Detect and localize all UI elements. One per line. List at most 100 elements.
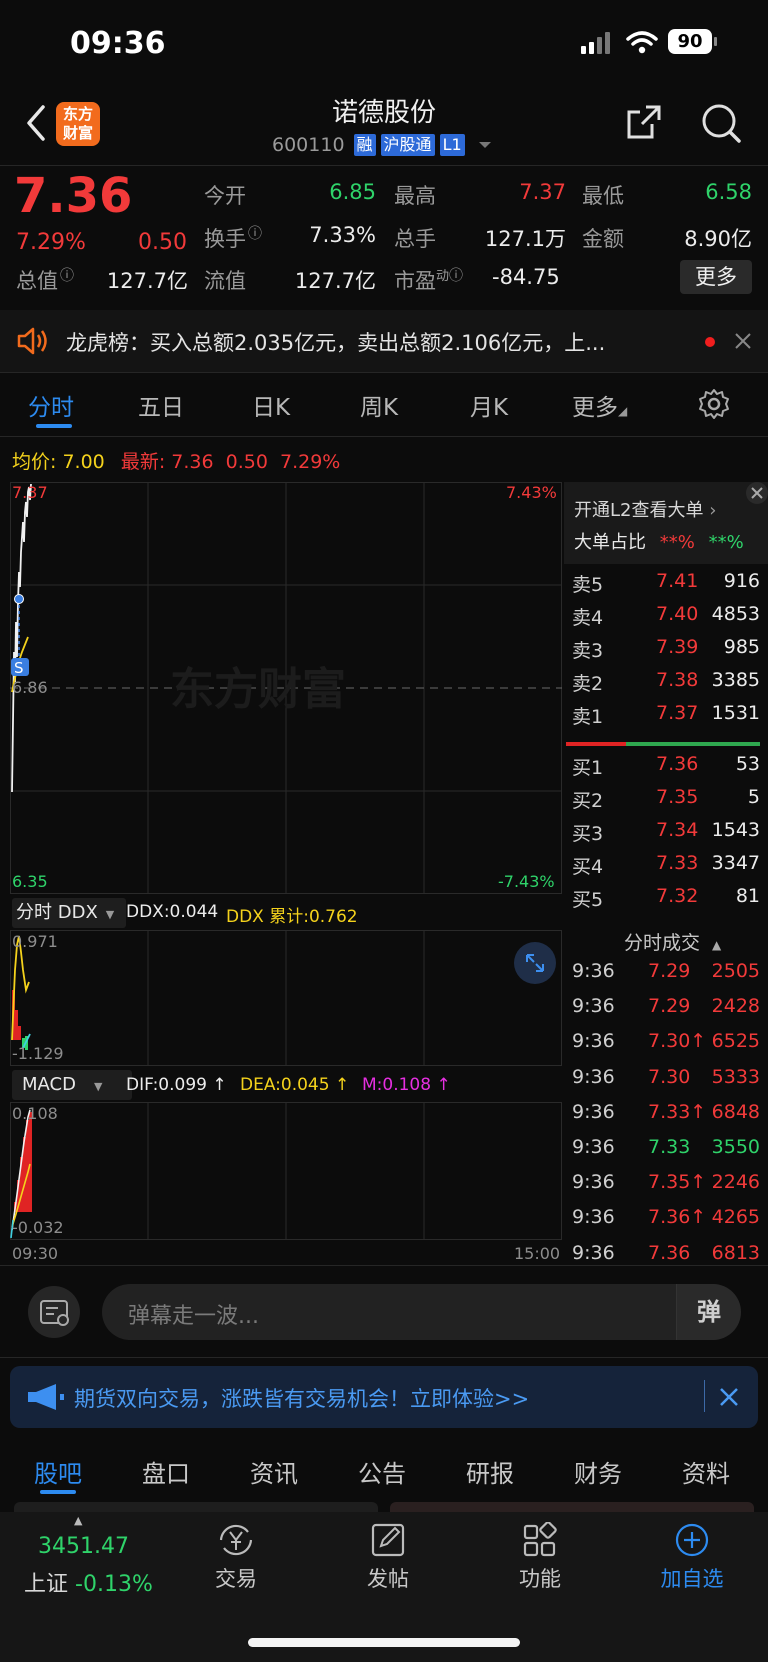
ask-row[interactable]: 卖4 7.40 4853 — [572, 603, 760, 635]
trade-qty: 4265 — [711, 1206, 760, 1229]
battery-tip — [714, 37, 717, 46]
danmu-input[interactable]: 弹幕走一波... 弹 — [102, 1284, 741, 1340]
close-icon[interactable] — [718, 1386, 740, 1408]
tab-monthly-k[interactable]: 月K — [470, 388, 508, 422]
feed-card-peek — [14, 1502, 378, 1512]
avg-value: 7.00 — [62, 451, 105, 473]
close-icon[interactable] — [734, 332, 752, 350]
latest-value: 7.36 — [171, 451, 214, 473]
bid-price: 7.34 — [656, 819, 699, 841]
index-summary[interactable]: 上证 -0.13% — [24, 1566, 153, 1598]
tab-daily-k[interactable]: 日K — [252, 388, 290, 422]
bid-row[interactable]: 买3 7.34 1543 — [572, 819, 760, 851]
tab-finance[interactable]: 财务 — [574, 1454, 622, 1489]
bid-row[interactable]: 买5 7.32 81 — [572, 885, 760, 917]
ask-level-label: 卖5 — [572, 574, 604, 596]
latest-change: 0.50 — [225, 451, 268, 473]
danmu-settings-icon — [40, 1300, 69, 1326]
mktcap-value: 127.7亿 — [106, 269, 188, 293]
turnover-label[interactable]: 换手 ⓘ — [204, 223, 262, 253]
tab-intraday[interactable]: 分时 — [28, 388, 74, 422]
expand-up-icon[interactable]: ▲ — [74, 1514, 82, 1527]
pe-value: -84.75 — [492, 265, 560, 289]
battery-icon: 90 — [668, 29, 712, 54]
macd-chart[interactable] — [10, 1102, 562, 1240]
feed-card-peek — [390, 1502, 754, 1512]
signal-icon — [581, 32, 610, 54]
home-indicator — [248, 1638, 520, 1647]
tab-research[interactable]: 研报 — [466, 1454, 514, 1489]
high-label: 最高 — [394, 184, 436, 208]
bid-row[interactable]: 买4 7.33 3347 — [572, 852, 760, 884]
ask-level-label: 卖3 — [572, 640, 604, 662]
mktcap-label[interactable]: 总值 ⓘ — [16, 265, 74, 295]
ask-price: 7.39 — [656, 636, 699, 658]
trade-price: 7.29 — [648, 960, 691, 982]
trade-price: 7.30↑ — [648, 1030, 707, 1053]
ddx-chart[interactable] — [10, 930, 562, 1066]
l2-promo-card[interactable]: 开通L2查看大单 › 大单占比 **% **% — [564, 482, 768, 564]
pct-axis-top: 7.43% — [506, 483, 557, 502]
promo-banner[interactable]: 期货双向交易，涨跌皆有交易机会！立即体验>> — [10, 1366, 758, 1428]
fullscreen-button[interactable] — [514, 942, 556, 984]
tab-news[interactable]: 资讯 — [250, 1454, 298, 1489]
bid-row[interactable]: 买1 7.36 53 — [572, 753, 760, 785]
tab-more[interactable]: 更多◢ — [572, 388, 627, 422]
trade-row: 9:36 7.30 5333 — [572, 1066, 760, 1100]
bid-price: 7.33 — [656, 852, 699, 874]
index-value[interactable]: 3451.47 — [38, 1534, 129, 1559]
ddx-selector-label: 分时 DDX — [16, 902, 98, 923]
tab-profile[interactable]: 资料 — [682, 1454, 730, 1489]
search-icon[interactable] — [700, 102, 742, 144]
trades-header[interactable]: 分时成交 ▲ — [624, 928, 721, 955]
close-l2-button[interactable] — [746, 482, 768, 504]
info-icon: ⓘ — [449, 268, 464, 284]
intraday-chart[interactable]: 东方财富 S — [10, 482, 562, 894]
trade-qty: 6525 — [711, 1030, 760, 1053]
more-button[interactable]: 更多 — [680, 260, 752, 294]
add-circle-icon — [675, 1523, 709, 1557]
y-axis-bottom: 6.35 — [12, 872, 48, 891]
ask-row[interactable]: 卖2 7.38 3385 — [572, 669, 760, 701]
dropdown-caret-icon: ▼ — [93, 1080, 103, 1093]
low-label: 最低 — [582, 184, 624, 208]
nav-post[interactable]: 发帖 — [348, 1522, 428, 1593]
ddx-selector[interactable]: 分时 DDX ▼ — [12, 898, 126, 928]
nav-trade[interactable]: 交易 — [196, 1522, 276, 1593]
tag-margin: 融 — [353, 134, 376, 156]
stock-subtitle[interactable]: 600110 融 沪股通 L1 — [272, 134, 492, 156]
macd-selector-label: MACD — [22, 1074, 76, 1095]
bid-level-label: 买4 — [572, 856, 604, 878]
danmu-send-button[interactable]: 弹 — [676, 1284, 741, 1340]
ticker-bar[interactable]: 龙虎榜：买入总额2.035亿元，卖出总额2.106亿元，上... — [0, 310, 768, 372]
tab-weekly-k[interactable]: 周K — [360, 388, 398, 422]
bid-row[interactable]: 买2 7.35 5 — [572, 786, 760, 818]
latest-percent: 7.29% — [279, 451, 341, 473]
ask-ratio-bar — [566, 742, 626, 746]
tab-pankou[interactable]: 盘口 — [142, 1454, 190, 1489]
trade-qty: 6848 — [711, 1100, 760, 1123]
info-icon: ⓘ — [248, 226, 262, 242]
close-icon — [751, 487, 763, 499]
trade-price: 7.33 — [648, 1136, 691, 1158]
megaphone-icon — [28, 1384, 64, 1410]
tab-announcements[interactable]: 公告 — [358, 1454, 406, 1489]
pe-label[interactable]: 市盈动ⓘ — [394, 265, 463, 295]
promo-text: 期货双向交易，涨跌皆有交易机会！立即体验>> — [74, 1387, 530, 1411]
macd-axis-top: 0.108 — [12, 1104, 58, 1123]
ask-row[interactable]: 卖3 7.39 985 — [572, 636, 760, 668]
share-icon[interactable] — [624, 102, 664, 142]
settings-icon[interactable] — [698, 388, 730, 420]
ask-row[interactable]: 卖5 7.41 916 — [572, 570, 760, 602]
high-value: 7.37 — [519, 180, 566, 204]
float-label: 流值 — [204, 269, 246, 293]
ask-row[interactable]: 卖1 7.37 1531 — [572, 702, 760, 734]
nav-functions[interactable]: 功能 — [500, 1521, 580, 1593]
pe-label-text: 市盈 — [394, 269, 436, 293]
promo-divider — [704, 1380, 705, 1412]
macd-selector[interactable]: MACD ▼ — [12, 1070, 132, 1100]
nav-add-watchlist[interactable]: 加自选 — [650, 1522, 734, 1593]
danmu-toggle-button[interactable] — [28, 1286, 80, 1338]
tab-5day[interactable]: 五日 — [138, 388, 184, 422]
tab-guba[interactable]: 股吧 — [34, 1454, 82, 1489]
